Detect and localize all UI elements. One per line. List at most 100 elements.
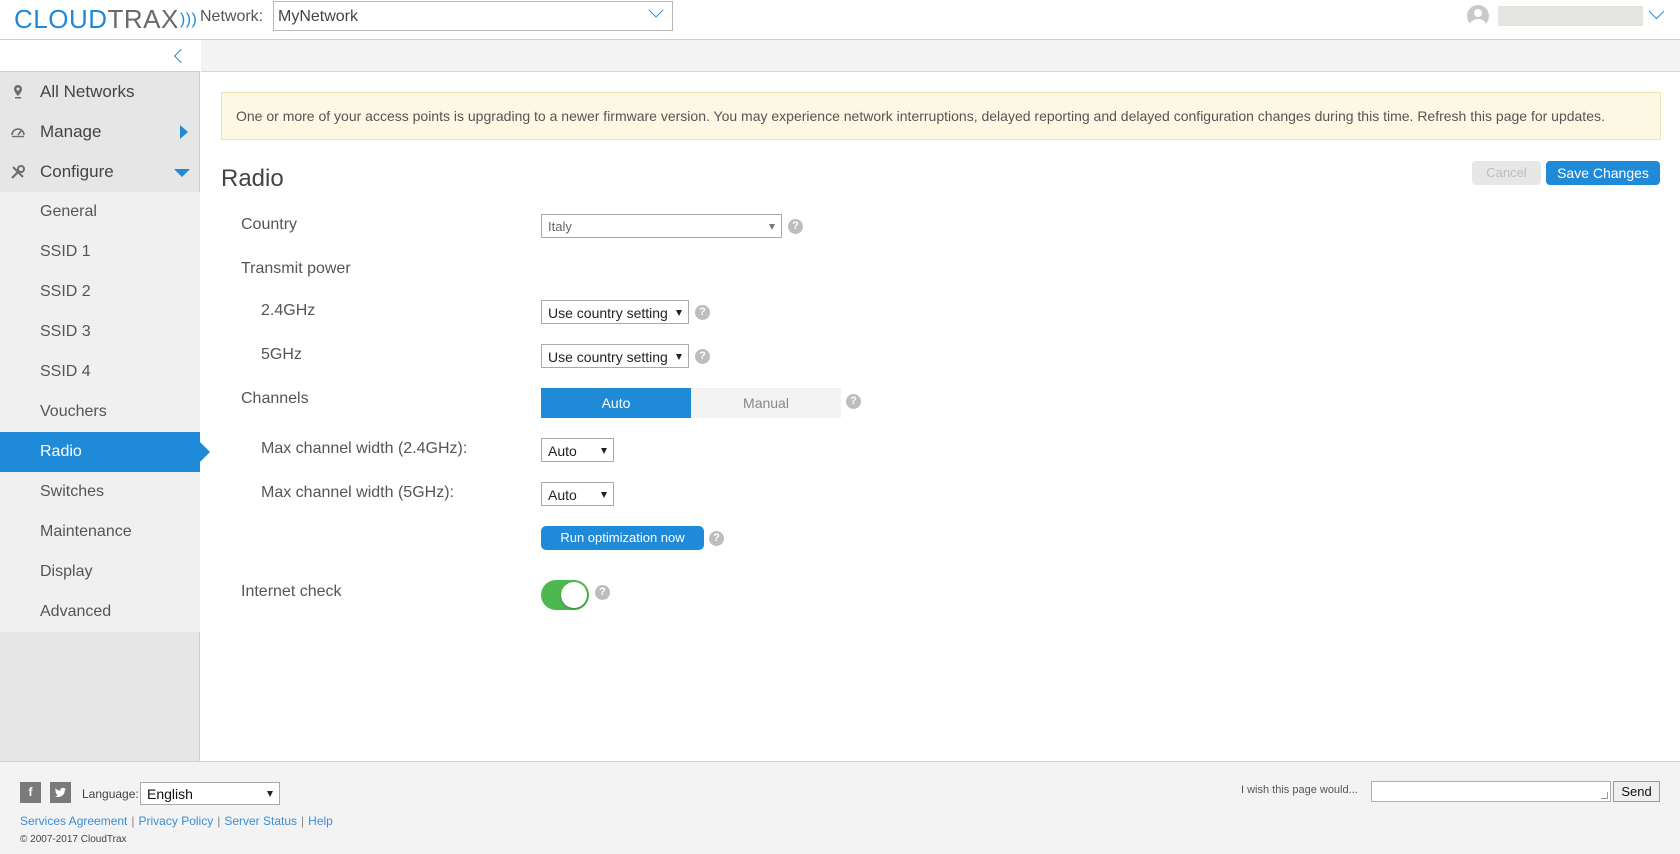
top-header: CLOUDTRAX))) Network: MyNetwork: [0, 0, 1680, 40]
help-icon[interactable]: ?: [846, 394, 861, 409]
sidebar-item-maintenance[interactable]: Maintenance: [0, 512, 200, 552]
sidebar-item-ssid-3[interactable]: SSID 3: [0, 312, 200, 352]
max-channel-width-5ghz-value: Auto: [548, 487, 577, 503]
save-changes-button[interactable]: Save Changes: [1546, 161, 1660, 185]
dropdown-arrow-icon: [769, 224, 775, 230]
user-avatar[interactable]: [1467, 5, 1489, 27]
max-channel-width-24ghz-select[interactable]: Auto: [541, 438, 614, 462]
sidebar-item-ssid-4[interactable]: SSID 4: [0, 352, 200, 392]
help-link[interactable]: Help: [308, 814, 333, 828]
network-select[interactable]: MyNetwork: [273, 1, 673, 31]
sidebar-item-label: All Networks: [40, 82, 135, 101]
sidebar-item-all-networks[interactable]: All Networks: [0, 72, 200, 112]
sidebar-item-display[interactable]: Display: [0, 552, 200, 592]
language-select[interactable]: English: [140, 782, 280, 805]
link-separator: |: [301, 814, 305, 828]
internet-check-toggle[interactable]: [541, 580, 589, 610]
channels-manual-button[interactable]: Manual: [691, 388, 841, 418]
logo-trax-text: TRAX: [107, 4, 179, 34]
sidebar: All Networks Manage Configure General SS…: [0, 40, 210, 761]
max-channel-width-24ghz-label: Max channel width (2.4GHz):: [261, 440, 468, 457]
sidebar-item-label: Advanced: [40, 603, 112, 620]
sidebar-item-configure[interactable]: Configure: [0, 152, 200, 192]
sidebar-main-nav: All Networks Manage Configure: [0, 72, 200, 192]
sidebar-item-label: General: [40, 203, 97, 220]
chevron-down-icon: [648, 2, 664, 18]
sidebar-item-ssid-2[interactable]: SSID 2: [0, 272, 200, 312]
content-top-strip: [201, 40, 1680, 72]
help-icon[interactable]: ?: [695, 305, 710, 320]
link-separator: |: [131, 814, 135, 828]
cloudtrax-logo[interactable]: CLOUDTRAX))): [14, 4, 197, 35]
sidebar-item-switches[interactable]: Switches: [0, 472, 200, 512]
sidebar-item-label: Maintenance: [40, 523, 132, 540]
sidebar-item-ssid-1[interactable]: SSID 1: [0, 232, 200, 272]
help-icon[interactable]: ?: [695, 349, 710, 364]
sidebar-item-advanced[interactable]: Advanced: [0, 592, 200, 632]
user-name-redacted[interactable]: [1498, 6, 1643, 26]
country-select[interactable]: Italy: [541, 214, 782, 238]
channels-auto-button[interactable]: Auto: [541, 388, 691, 418]
help-icon[interactable]: ?: [788, 219, 803, 234]
language-select-value: English: [147, 786, 193, 802]
sidebar-item-vouchers[interactable]: Vouchers: [0, 392, 200, 432]
map-pin-icon: [14, 85, 22, 99]
sidebar-item-manage[interactable]: Manage: [0, 112, 200, 152]
dropdown-arrow-icon: [601, 448, 607, 454]
twitter-icon[interactable]: [50, 782, 71, 803]
expanded-down-icon: [174, 169, 190, 177]
feedback-input[interactable]: [1371, 781, 1611, 802]
twitter-bird-glyph: [54, 787, 67, 797]
server-status-link[interactable]: Server Status: [224, 814, 297, 828]
language-label: Language:: [82, 787, 139, 801]
page-title: Radio: [221, 165, 284, 192]
max-channel-width-5ghz-label: Max channel width (5GHz):: [261, 484, 454, 501]
footer: f Language: English Services Agreement | P…: [0, 761, 1680, 854]
band-5ghz-label: 5GHz: [261, 346, 302, 363]
dashboard-icon: [11, 128, 25, 138]
firmware-upgrade-banner: One or more of your access points is upg…: [221, 92, 1661, 140]
toggle-knob: [561, 582, 587, 608]
dropdown-arrow-icon: [267, 791, 273, 797]
help-icon[interactable]: ?: [709, 531, 724, 546]
sidebar-item-label: Display: [40, 563, 93, 580]
user-menu-chevron-icon[interactable]: [1648, 3, 1665, 20]
transmit-power-5ghz-select[interactable]: Use country setting: [541, 344, 689, 368]
banner-text: One or more of your access points is upg…: [236, 108, 1605, 124]
cancel-button[interactable]: Cancel: [1472, 161, 1541, 185]
expand-right-icon: [180, 125, 188, 139]
sidebar-item-label: Configure: [40, 162, 114, 181]
network-label: Network:: [200, 8, 264, 25]
send-feedback-button[interactable]: Send: [1613, 781, 1660, 802]
max-channel-width-24ghz-value: Auto: [548, 443, 577, 459]
feedback-label: I wish this page would...: [1241, 784, 1358, 796]
copyright-text: © 2007-2017 CloudTrax: [20, 834, 127, 845]
configure-subnav: General SSID 1 SSID 2 SSID 3 SSID 4 Vouc…: [0, 192, 210, 632]
network-select-value: MyNetwork: [278, 8, 359, 25]
facebook-icon[interactable]: f: [20, 782, 41, 803]
max-channel-width-5ghz-select[interactable]: Auto: [541, 482, 614, 506]
sidebar-item-label: SSID 4: [40, 363, 91, 380]
help-icon[interactable]: ?: [595, 585, 610, 600]
transmit-power-5ghz-value: Use country setting: [548, 349, 668, 365]
sidebar-item-label: SSID 2: [40, 283, 91, 300]
sidebar-item-general[interactable]: General: [0, 192, 200, 232]
wireless-waves-icon: ))): [179, 11, 198, 28]
services-agreement-link[interactable]: Services Agreement: [20, 814, 127, 828]
dropdown-arrow-icon: [601, 492, 607, 498]
run-optimization-button[interactable]: Run optimization now: [541, 526, 704, 550]
internet-check-label: Internet check: [241, 583, 342, 600]
sidebar-item-label: Radio: [40, 443, 82, 460]
sidebar-collapse-bar: [0, 40, 200, 72]
collapse-sidebar-icon[interactable]: [173, 48, 189, 64]
sidebar-item-label: Manage: [40, 122, 102, 141]
sidebar-item-radio[interactable]: Radio: [0, 432, 210, 472]
transmit-power-24ghz-value: Use country setting: [548, 305, 668, 321]
transmit-power-24ghz-select[interactable]: Use country setting: [541, 300, 689, 324]
sidebar-item-label: SSID 3: [40, 323, 91, 340]
dropdown-arrow-icon: [676, 354, 682, 360]
footer-links: Services Agreement | Privacy Policy | Server…: [20, 814, 333, 828]
privacy-policy-link[interactable]: Privacy Policy: [139, 814, 214, 828]
country-select-value: Italy: [548, 219, 572, 234]
sidebar-item-label: Switches: [40, 483, 105, 500]
